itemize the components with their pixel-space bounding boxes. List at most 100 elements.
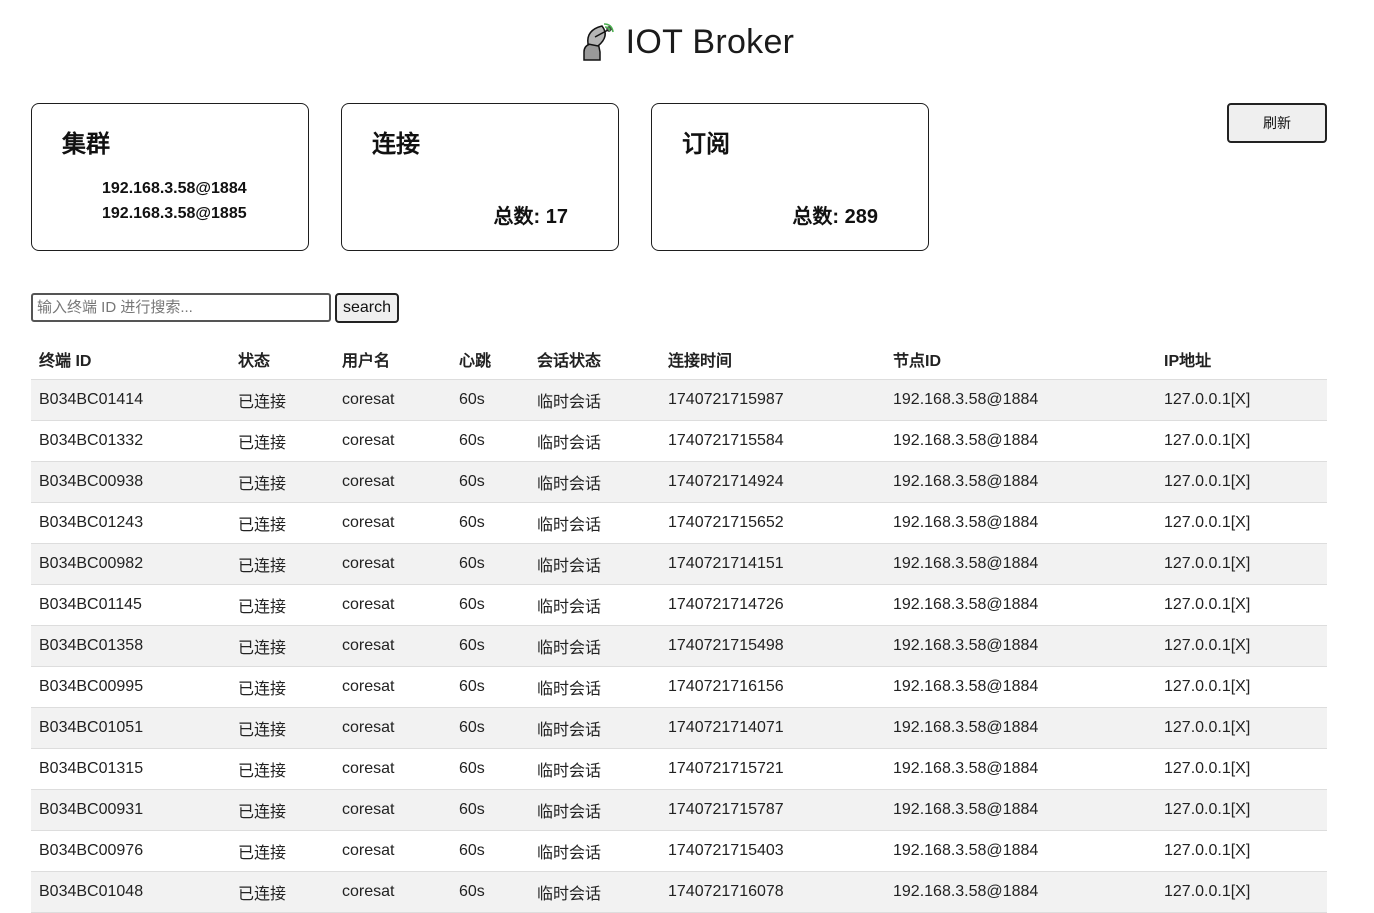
- disconnect-link[interactable]: [X]: [1231, 432, 1251, 449]
- ip-address-cell: 127.0.0.1[X]: [1156, 502, 1327, 544]
- ip-address-cell: 127.0.0.1[X]: [1156, 543, 1327, 585]
- username-cell: coresat: [334, 830, 451, 872]
- heartbeat-cell: 60s: [451, 420, 529, 462]
- cluster-node: 192.168.3.58@1885: [102, 205, 247, 222]
- client-id-cell: B034BC01051: [31, 707, 230, 749]
- client-id-cell: B034BC01048: [31, 871, 230, 913]
- username-cell: coresat: [334, 871, 451, 913]
- table-body: B034BC01414 已连接 coresat 60s 临时会话 174072171598…: [31, 379, 1327, 913]
- disconnect-link[interactable]: [X]: [1231, 473, 1251, 490]
- session-cell: 临时会话: [529, 871, 660, 913]
- heartbeat-cell: 60s: [451, 666, 529, 708]
- table-row: B034BC00976 已连接 coresat 60s 临时会话 174072171540…: [31, 830, 1327, 872]
- clients-table: 终端 ID 状态 用户名 心跳 会话状态 连接时间 节点ID IP地址 B034…: [31, 338, 1327, 913]
- ip-address-cell: 127.0.0.1[X]: [1156, 830, 1327, 872]
- table-row: B034BC00995 已连接 coresat 60s 临时会话 174072171615…: [31, 666, 1327, 708]
- session-cell: 临时会话: [529, 789, 660, 831]
- session-cell: 临时会话: [529, 830, 660, 872]
- disconnect-link[interactable]: [X]: [1231, 842, 1251, 859]
- heartbeat-cell: 60s: [451, 830, 529, 872]
- disconnect-link[interactable]: [X]: [1231, 883, 1251, 900]
- column-header: 会话状态: [529, 338, 660, 380]
- cluster-card-title: 集群: [62, 131, 110, 158]
- column-header: IP地址: [1156, 338, 1327, 380]
- session-cell: 临时会话: [529, 625, 660, 667]
- node-id-cell: 192.168.3.58@1884: [885, 502, 1156, 544]
- status-cell: 已连接: [230, 502, 334, 544]
- heartbeat-cell: 60s: [451, 379, 529, 421]
- client-id-cell: B034BC01315: [31, 748, 230, 790]
- ip-address-cell: 127.0.0.1[X]: [1156, 707, 1327, 749]
- connect-time-cell: 1740721716078: [660, 871, 885, 913]
- connect-time-cell: 1740721715787: [660, 789, 885, 831]
- status-cell: 已连接: [230, 789, 334, 831]
- status-cell: 已连接: [230, 830, 334, 872]
- username-cell: coresat: [334, 461, 451, 503]
- status-cell: 已连接: [230, 748, 334, 790]
- disconnect-link[interactable]: [X]: [1231, 391, 1251, 408]
- heartbeat-cell: 60s: [451, 871, 529, 913]
- table-header-row: 终端 ID 状态 用户名 心跳 会话状态 连接时间 节点ID IP地址: [31, 338, 1327, 380]
- status-cell: 已连接: [230, 666, 334, 708]
- connect-time-cell: 1740721714151: [660, 543, 885, 585]
- search-input[interactable]: [31, 293, 331, 322]
- page-header: IOT Broker: [0, 22, 1374, 62]
- session-cell: 临时会话: [529, 584, 660, 626]
- ip-address: 127.0.0.1: [1164, 473, 1231, 490]
- disconnect-link[interactable]: [X]: [1231, 555, 1251, 572]
- connect-time-cell: 1740721714924: [660, 461, 885, 503]
- ip-address: 127.0.0.1: [1164, 391, 1231, 408]
- disconnect-link[interactable]: [X]: [1231, 719, 1251, 736]
- search-button[interactable]: search: [335, 293, 400, 323]
- heartbeat-cell: 60s: [451, 461, 529, 503]
- table-row: B034BC01332 已连接 coresat 60s 临时会话 174072171558…: [31, 420, 1327, 462]
- heartbeat-cell: 60s: [451, 625, 529, 667]
- refresh-button[interactable]: 刷新: [1227, 103, 1327, 143]
- connect-time-cell: 1740721714726: [660, 584, 885, 626]
- table-row: B034BC01048 已连接 coresat 60s 临时会话 174072171607…: [31, 871, 1327, 913]
- connect-time-cell: 1740721714071: [660, 707, 885, 749]
- table-row: B034BC01414 已连接 coresat 60s 临时会话 174072171598…: [31, 379, 1327, 421]
- client-id-cell: B034BC01145: [31, 584, 230, 626]
- ip-address: 127.0.0.1: [1164, 637, 1231, 654]
- client-id-cell: B034BC00982: [31, 543, 230, 585]
- client-id-cell: B034BC01414: [31, 379, 230, 421]
- connect-time-cell: 1740721715403: [660, 830, 885, 872]
- session-cell: 临时会话: [529, 420, 660, 462]
- ip-address: 127.0.0.1: [1164, 883, 1231, 900]
- ip-address: 127.0.0.1: [1164, 555, 1231, 572]
- column-header: 连接时间: [660, 338, 885, 380]
- connections-card: 连接 总数: 17: [341, 103, 619, 251]
- username-cell: coresat: [334, 584, 451, 626]
- disconnect-link[interactable]: [X]: [1231, 637, 1251, 654]
- table-row: B034BC01243 已连接 coresat 60s 临时会话 174072171565…: [31, 502, 1327, 544]
- column-header: 终端 ID: [31, 338, 230, 380]
- node-id-cell: 192.168.3.58@1884: [885, 625, 1156, 667]
- client-id-cell: B034BC01332: [31, 420, 230, 462]
- ip-address-cell: 127.0.0.1[X]: [1156, 666, 1327, 708]
- node-id-cell: 192.168.3.58@1884: [885, 789, 1156, 831]
- disconnect-link[interactable]: [X]: [1231, 760, 1251, 777]
- session-cell: 临时会话: [529, 666, 660, 708]
- heartbeat-cell: 60s: [451, 584, 529, 626]
- ip-address: 127.0.0.1: [1164, 801, 1231, 818]
- table-row: B034BC01358 已连接 coresat 60s 临时会话 174072171549…: [31, 625, 1327, 667]
- status-cell: 已连接: [230, 461, 334, 503]
- heartbeat-cell: 60s: [451, 543, 529, 585]
- table-row: B034BC00931 已连接 coresat 60s 临时会话 174072171578…: [31, 789, 1327, 831]
- disconnect-link[interactable]: [X]: [1231, 801, 1251, 818]
- satellite-dish-icon: [580, 22, 616, 62]
- disconnect-link[interactable]: [X]: [1231, 596, 1251, 613]
- status-cell: 已连接: [230, 625, 334, 667]
- column-header: 状态: [230, 338, 334, 380]
- subscriptions-card: 订阅 总数: 289: [651, 103, 929, 251]
- disconnect-link[interactable]: [X]: [1231, 678, 1251, 695]
- ip-address: 127.0.0.1: [1164, 760, 1231, 777]
- client-id-cell: B034BC00995: [31, 666, 230, 708]
- connect-time-cell: 1740721716156: [660, 666, 885, 708]
- node-id-cell: 192.168.3.58@1884: [885, 871, 1156, 913]
- client-id-cell: B034BC00938: [31, 461, 230, 503]
- username-cell: coresat: [334, 666, 451, 708]
- disconnect-link[interactable]: [X]: [1231, 514, 1251, 531]
- subscriptions-card-title: 订阅: [682, 131, 730, 158]
